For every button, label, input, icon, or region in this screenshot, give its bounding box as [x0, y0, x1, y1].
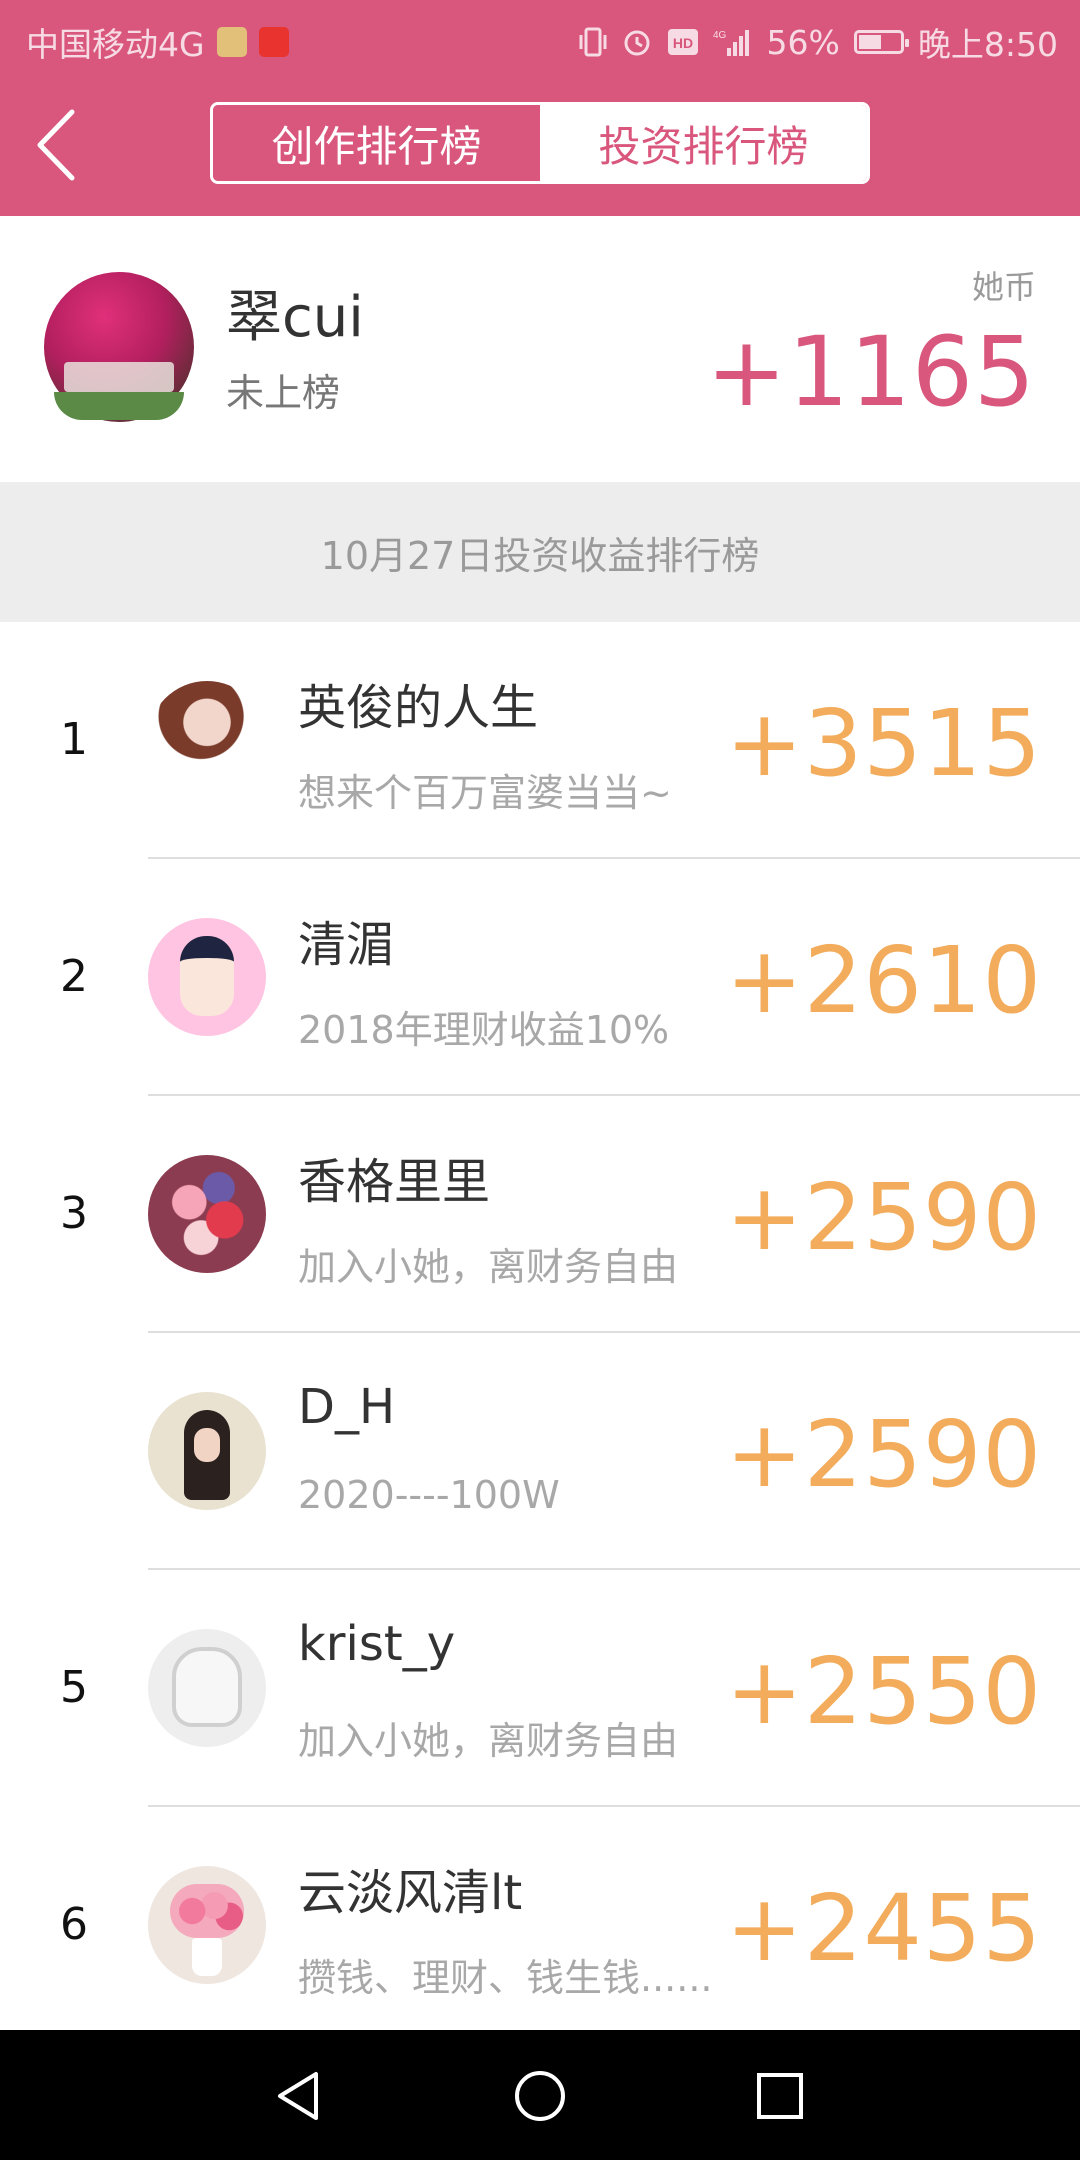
app-notification-icon [216, 27, 247, 57]
svg-text:HD: HD [672, 35, 692, 51]
hd-icon: HD [667, 29, 698, 55]
avatar-vase [192, 1938, 222, 1976]
list-item[interactable]: 5 krist_y 加入小她，离财务自由 +2550 [0, 1570, 1080, 1807]
coin-label: 她币 [971, 268, 1036, 306]
user-bio: 加入小她，离财务自由 [298, 1245, 679, 1289]
rank-number: 2 [60, 951, 88, 1002]
news-notification-icon [258, 27, 289, 57]
score-value: +2590 [725, 1401, 1042, 1508]
default-avatar-icon [172, 1647, 242, 1727]
rank-number: 5 [60, 1662, 88, 1713]
avatar[interactable] [148, 1155, 266, 1273]
my-coin-value: +1165 [706, 316, 1036, 428]
avatar[interactable] [148, 1866, 266, 1984]
avatar[interactable] [148, 1392, 266, 1510]
battery-icon [853, 30, 909, 54]
avatar[interactable] [148, 681, 266, 799]
status-right: HD 4G 56% 晚上8:50 [579, 18, 1058, 66]
score-value: +3515 [725, 690, 1042, 797]
vibrate-icon [579, 27, 607, 57]
my-rank-card: 翠cui 未上榜 她币 +1165 [0, 216, 1080, 482]
leaderboard-tabs: 创作排行榜 投资排行榜 [210, 102, 870, 184]
user-name: 云淡风清lt [298, 1865, 523, 1921]
tab-creation-ranking[interactable]: 创作排行榜 [213, 105, 540, 181]
list-item[interactable]: 2 清湄 2018年理财收益10% +2610 [0, 859, 1080, 1096]
avatar-face [180, 936, 234, 1016]
user-bio: 2018年理财收益10% [298, 1008, 670, 1052]
list-item[interactable]: 3 香格里里 加入小她，离财务自由 +2590 [0, 1096, 1080, 1333]
user-bio: 想来个百万富婆当当~ [298, 771, 672, 815]
alarm-icon [624, 30, 650, 56]
user-bio: 2020----100W [298, 1473, 560, 1517]
battery-percent-text: 56% [766, 22, 840, 62]
my-avatar[interactable] [44, 272, 194, 422]
user-bio: 攒钱、理财、钱生钱...... [298, 1956, 713, 2000]
carrier-text: 中国移动4G [26, 25, 205, 64]
rank-number: 1 [60, 714, 88, 765]
avatar-flowers [170, 1884, 244, 1938]
back-button[interactable] [24, 100, 94, 190]
user-bio: 加入小她，离财务自由 [298, 1719, 679, 1763]
list-item[interactable]: D_H 2020----100W +2590 [0, 1333, 1080, 1570]
header: 中国移动4G HD 4G 56% 晚上8:50 创作排行榜 投资排行榜 [0, 0, 1080, 216]
nav-recents-icon[interactable] [750, 2066, 810, 2126]
user-name: 香格里里 [298, 1154, 491, 1210]
list-item[interactable]: 1 英俊的人生 想来个百万富婆当当~ +3515 [0, 622, 1080, 859]
user-name: 清湄 [298, 917, 395, 973]
battery-fill [858, 35, 881, 49]
tab-investment-ranking[interactable]: 投资排行榜 [540, 105, 867, 181]
status-bar: 中国移动4G HD 4G 56% 晚上8:50 [0, 0, 1080, 76]
chevron-left-icon [37, 109, 75, 181]
ranking-list: 1 英俊的人生 想来个百万富婆当当~ +3515 2 清湄 2018年理财收益1… [0, 622, 1080, 2044]
nav-home-icon[interactable] [510, 2066, 570, 2126]
user-name: 英俊的人生 [298, 680, 539, 736]
score-value: +2455 [725, 1875, 1042, 1982]
avatar-grass [54, 392, 184, 420]
user-name: D_H [298, 1379, 396, 1435]
default-avatar[interactable] [148, 1629, 266, 1747]
avatar[interactable] [148, 918, 266, 1036]
system-navigation-bar [0, 2030, 1080, 2160]
score-value: +2590 [725, 1164, 1042, 1271]
score-value: +2610 [725, 927, 1042, 1034]
signal-icon: 4G [713, 30, 749, 56]
clock-text: 晚上8:50 [917, 25, 1058, 64]
rank-number: 3 [60, 1188, 88, 1239]
avatar-fence [64, 362, 174, 392]
user-name: krist_y [298, 1616, 456, 1672]
my-rank-status: 未上榜 [226, 371, 341, 415]
score-value: +2550 [725, 1638, 1042, 1745]
rank-number: 6 [60, 1899, 88, 1950]
nav-back-icon[interactable] [270, 2066, 330, 2126]
ranking-date-banner: 10月27日投资收益排行榜 [0, 482, 1080, 622]
avatar-face [194, 1428, 220, 1462]
list-item[interactable]: 6 云淡风清lt 攒钱、理财、钱生钱...... +2455 [0, 1807, 1080, 2044]
my-username: 翠cui [226, 285, 364, 350]
svg-text:4G: 4G [713, 30, 727, 41]
status-left: 中国移动4G [26, 18, 289, 66]
